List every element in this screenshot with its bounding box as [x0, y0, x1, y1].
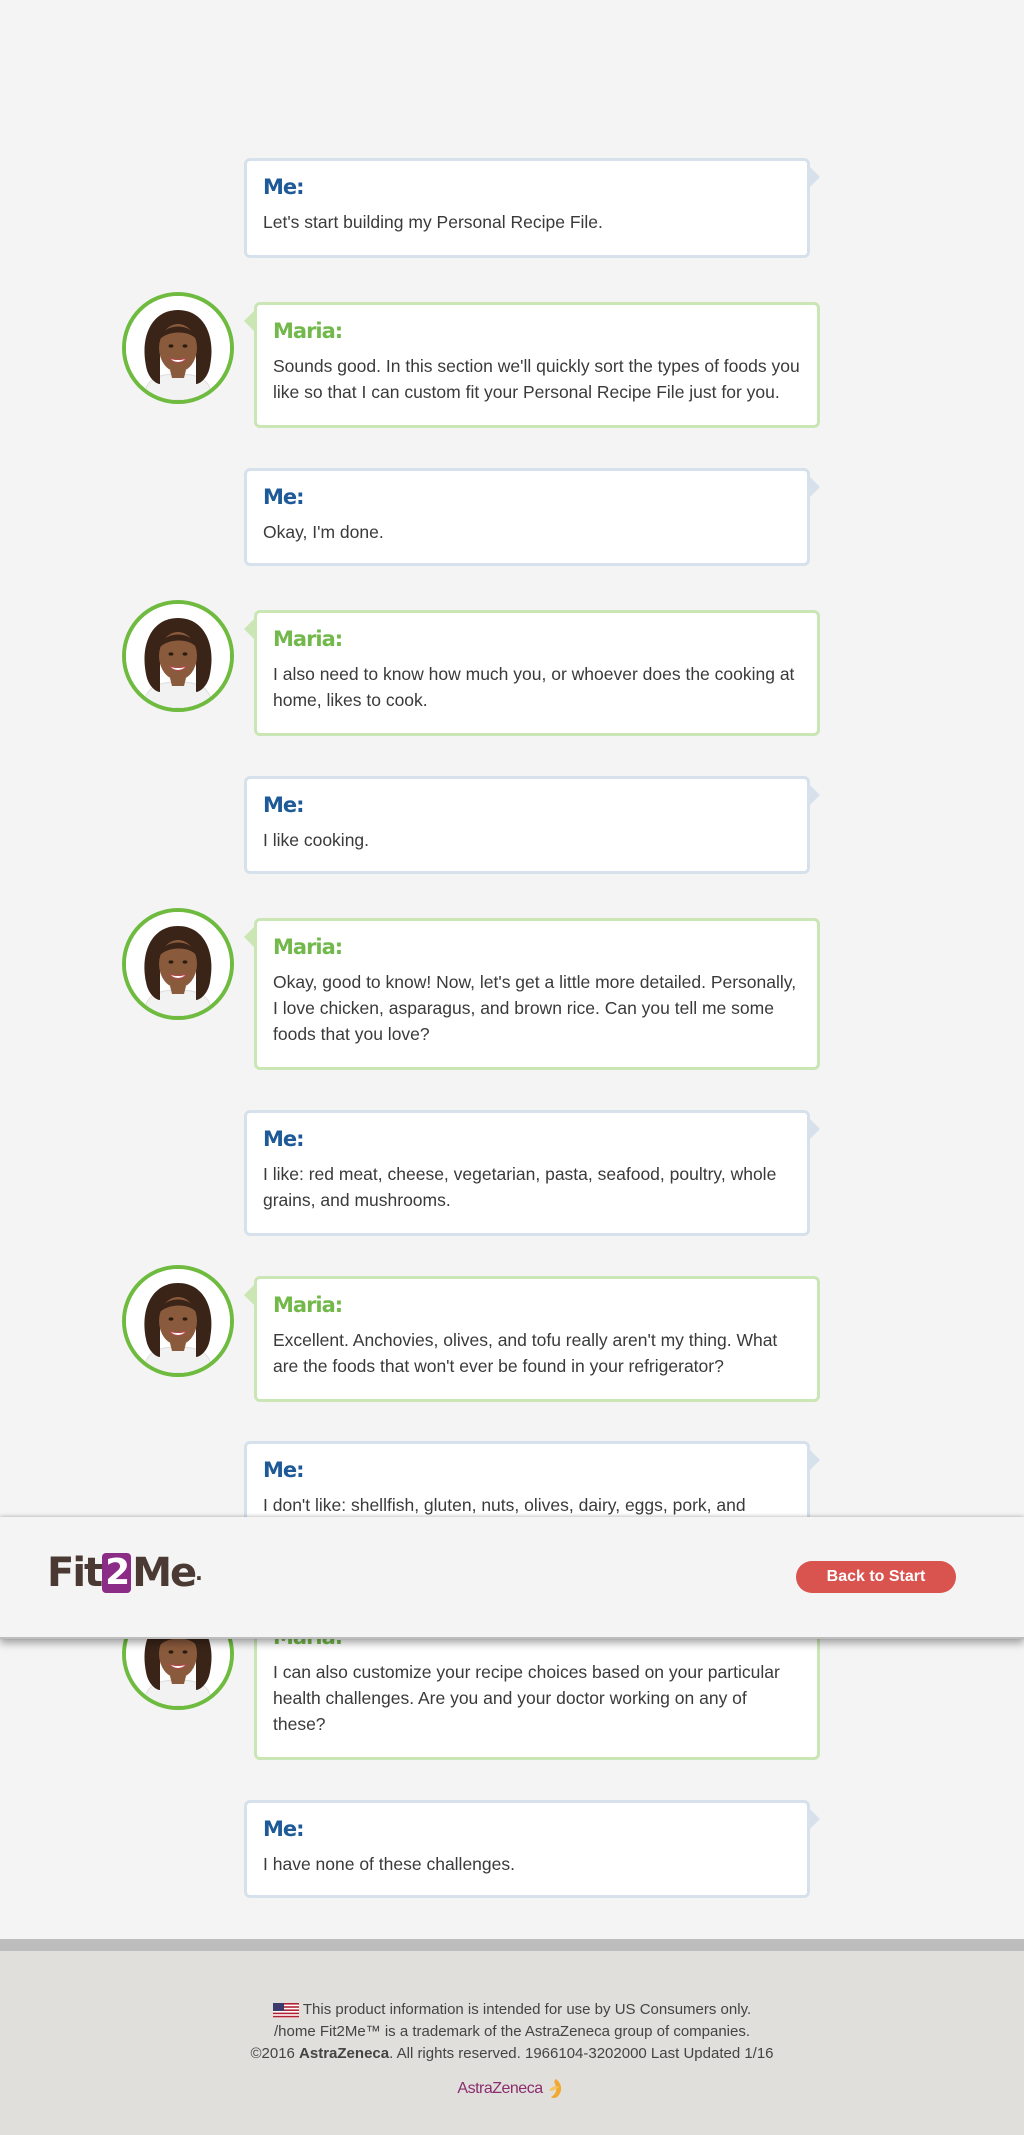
message-text: I like cooking.: [263, 830, 370, 850]
message-text: Okay, good to know! Now, let's get a lit…: [273, 972, 797, 1044]
astrazeneca-logo-text: AstraZeneca: [457, 2080, 543, 2097]
my-message: Me: Okay, I'm done.: [244, 468, 820, 566]
footer-line-1: This product information is intended for…: [302, 2001, 752, 2018]
maria-avatar: [122, 1265, 234, 1377]
astrazeneca-logo[interactable]: AstraZeneca: [457, 2077, 566, 2101]
maria-avatar: [122, 292, 234, 404]
back-to-start-button[interactable]: Back to Start: [796, 1561, 956, 1593]
footer-divider: [0, 1939, 1024, 1951]
logo-text-fit: Fit: [47, 1550, 103, 1596]
maria-message: Maria: Excellent. Anchovies, olives, and…: [244, 1276, 820, 1402]
copyright-rest: . All rights reserved. 1966104-3202000 L…: [389, 2045, 774, 2062]
footer-line-2: /home Fit2Me™ is a trademark of the Astr…: [273, 2023, 751, 2040]
logo-text-suffix: .: [195, 1561, 202, 1585]
message-text: I have none of these challenges.: [263, 1854, 515, 1874]
maria-message: Maria: I also need to know how much you,…: [244, 610, 820, 736]
maria-avatar: [122, 600, 234, 712]
speaker-name: Maria:: [273, 319, 343, 343]
message-text: Excellent. Anchovies, olives, and tofu r…: [273, 1330, 778, 1376]
fit2me-logo[interactable]: Fit 2 Me .: [47, 1550, 203, 1596]
footer-line-3: ©2016 AstraZeneca. All rights reserved. …: [0, 2043, 1024, 2065]
speaker-name: Me:: [263, 1817, 305, 1841]
message-text: Let's start building my Personal Recipe …: [263, 212, 603, 232]
app-bar: Fit 2 Me . Back to Start: [0, 1517, 1024, 1639]
us-flag-icon: [272, 2002, 299, 2018]
my-message: Me: I have none of these challenges.: [244, 1800, 820, 1898]
my-message: Me: I like cooking.: [244, 776, 820, 874]
message-text: I can also customize your recipe choices…: [273, 1662, 780, 1734]
logo-text-2: 2: [102, 1553, 132, 1593]
speaker-name: Me:: [263, 175, 305, 199]
speaker-name: Me:: [263, 485, 305, 509]
copyright-brand: AstraZeneca: [299, 2045, 390, 2062]
speaker-name: Maria:: [273, 935, 343, 959]
speaker-name: Me:: [263, 1458, 305, 1482]
maria-avatar: [122, 908, 234, 1020]
copyright-year: ©2016: [250, 2045, 295, 2062]
astrazeneca-logo-icon: [548, 2079, 561, 2099]
message-text: I like: red meat, cheese, vegetarian, pa…: [263, 1164, 777, 1210]
message-text: Sounds good. In this section we'll quick…: [273, 356, 800, 402]
message-text: Okay, I'm done.: [263, 522, 384, 542]
my-message: Me: Let's start building my Personal Rec…: [244, 158, 820, 258]
speaker-name: Me:: [263, 793, 305, 817]
maria-message: Maria: Sounds good. In this section we'l…: [244, 302, 820, 428]
my-message: Me: I like: red meat, cheese, vegetarian…: [244, 1110, 820, 1236]
maria-message: Maria: Okay, good to know! Now, let's ge…: [244, 918, 820, 1070]
speaker-name: Maria:: [273, 627, 343, 651]
footer-consumer-notice: This product information is intended for…: [0, 1999, 1024, 2021]
logo-text-me: Me: [132, 1550, 197, 1596]
footer: This product information is intended for…: [0, 1951, 1024, 2135]
speaker-name: Maria:: [273, 1293, 343, 1317]
message-text: I also need to know how much you, or who…: [273, 664, 795, 710]
speaker-name: Me:: [263, 1127, 305, 1151]
